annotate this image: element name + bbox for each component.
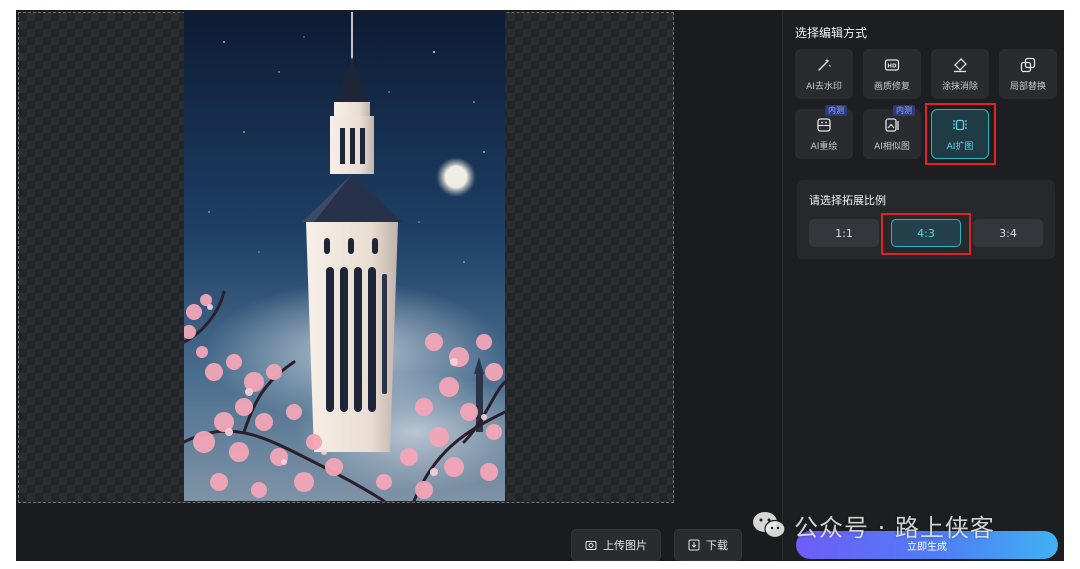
wechat-icon bbox=[753, 512, 786, 539]
similar-image-icon bbox=[885, 117, 899, 132]
tool-label: AI相似图 bbox=[874, 141, 910, 152]
tool-label: AI去水印 bbox=[806, 81, 842, 92]
magic-wand-icon bbox=[818, 58, 831, 71]
tool-label: 局部替换 bbox=[1009, 81, 1046, 92]
ratio-title: 请选择拓展比例 bbox=[809, 194, 886, 207]
tool-label: 画质修复 bbox=[873, 81, 910, 92]
redraw-icon bbox=[817, 117, 831, 132]
tool-smudge-erase[interactable]: 涂抹消除 bbox=[931, 49, 989, 99]
edit-panel: 选择编辑方式 AI去水印 HD 画质修复 涂抹消除 局部替换 内测 AI重绘 内… bbox=[782, 10, 1064, 561]
artwork-image bbox=[184, 12, 505, 501]
watermark: 公众号 · 路上侠客 bbox=[752, 505, 995, 545]
tool-partial-replace[interactable]: 局部替换 bbox=[999, 49, 1057, 99]
tool-ai-watermark-removal[interactable]: AI去水印 bbox=[795, 49, 853, 99]
tool-ai-expand[interactable]: AI扩图 bbox=[931, 109, 989, 159]
download-icon bbox=[688, 539, 700, 551]
svg-text:HD: HD bbox=[887, 63, 897, 69]
download-label: 下载 bbox=[706, 539, 728, 552]
tool-label: AI重绘 bbox=[810, 141, 838, 152]
hd-icon: HD bbox=[884, 58, 900, 71]
ratio-option-1-1[interactable]: 1:1 bbox=[809, 219, 879, 247]
beta-badge: 内测 bbox=[893, 105, 915, 116]
replace-icon bbox=[1020, 57, 1036, 72]
tool-quality-repair[interactable]: HD 画质修复 bbox=[863, 49, 921, 99]
camera-icon bbox=[585, 541, 597, 550]
upload-image-button[interactable]: 上传图片 bbox=[571, 529, 661, 561]
tool-ai-redraw[interactable]: 内测 AI重绘 bbox=[795, 105, 853, 159]
watermark-text: 公众号 · 路上侠客 bbox=[794, 513, 995, 542]
download-button[interactable]: 下载 bbox=[674, 529, 742, 561]
ratio-option-3-4[interactable]: 3:4 bbox=[973, 219, 1043, 247]
expand-icon bbox=[953, 119, 967, 130]
panel-title: 选择编辑方式 bbox=[795, 26, 868, 40]
tool-label: 涂抹消除 bbox=[941, 81, 978, 92]
tool-label: AI扩图 bbox=[946, 141, 974, 152]
expand-ratio-card: 请选择拓展比例 1:1 4:3 3:4 bbox=[797, 180, 1055, 259]
app-window: 上传图片 下载 选择编辑方式 AI去水印 HD 画质修复 涂抹消除 局部替换 内… bbox=[16, 10, 1064, 561]
canvas-area: 上传图片 下载 bbox=[16, 10, 782, 561]
beta-badge: 内测 bbox=[825, 105, 847, 116]
eraser-icon bbox=[954, 57, 967, 72]
tool-ai-similar-image[interactable]: 内测 AI相似图 bbox=[863, 105, 921, 159]
upload-image-label: 上传图片 bbox=[603, 539, 647, 552]
ratio-option-4-3[interactable]: 4:3 bbox=[891, 219, 961, 247]
